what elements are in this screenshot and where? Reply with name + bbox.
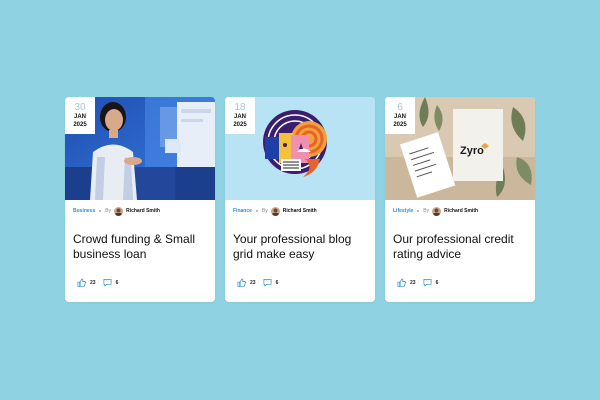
post-stats: 23 6 [397,278,445,288]
separator-dot [99,210,102,212]
comments-count: 6 [115,280,119,286]
author-avatar[interactable] [270,206,280,216]
post-meta: Business By Richard Smith [73,205,160,217]
post-date: 6 JAN 2025 [385,97,415,134]
thumbs-up-icon[interactable] [237,278,246,289]
thumbs-up-icon[interactable] [77,278,86,289]
author-name[interactable]: Richard Smith [126,208,160,214]
blog-card[interactable]: 30 JAN 2025 Business By Richard Smith Cr… [65,97,215,302]
category-link[interactable]: Lifestyle [393,208,413,214]
category-link[interactable]: Business [73,208,95,214]
separator-dot [417,210,420,212]
post-stats: 23 6 [77,278,125,288]
date-day: 6 [397,102,403,113]
post-stats: 23 6 [237,278,285,288]
likes-count: 23 [250,280,256,286]
brand-logo-text: Zyro [460,145,484,157]
by-label: By [423,208,430,214]
by-label: By [261,208,268,214]
date-month: JAN [233,114,246,120]
comments-count: 6 [435,280,439,286]
likes-count: 23 [90,280,96,286]
thumbs-up-icon[interactable] [397,278,406,289]
author-avatar[interactable] [114,206,124,216]
separator-dot [255,210,258,212]
author-name[interactable]: Richard Smith [444,208,478,214]
date-year: 2025 [393,122,407,128]
likes-count: 23 [410,280,416,286]
post-title[interactable]: Our professional credit rating advice [393,232,527,262]
author-avatar[interactable] [432,206,442,216]
post-image-illustration[interactable]: 18 JAN 2025 [225,97,375,200]
date-year: 2025 [233,122,247,128]
author-name[interactable]: Richard Smith [283,208,317,214]
date-year: 2025 [73,122,87,128]
blog-card[interactable]: Zyro 6 JAN 2025 Lifestyle By Richard Smi… [385,97,535,302]
post-title[interactable]: Crowd funding & Small business loan [73,232,207,262]
date-month: JAN [393,114,406,120]
post-date: 18 JAN 2025 [225,97,255,134]
comment-icon[interactable] [423,278,432,289]
post-meta: Finance By Richard Smith [233,205,317,217]
post-image-office[interactable]: 30 JAN 2025 [65,97,215,200]
blog-grid: 30 JAN 2025 Business By Richard Smith Cr… [65,97,535,302]
post-image-stationery[interactable]: Zyro 6 JAN 2025 [385,97,535,200]
comments-count: 6 [275,280,279,286]
category-link[interactable]: Finance [233,208,252,214]
post-meta: Lifestyle By Richard Smith [393,205,478,217]
date-day: 18 [234,102,246,113]
date-month: JAN [73,114,86,120]
blog-card[interactable]: 18 JAN 2025 Finance By Richard Smith You… [225,97,375,302]
post-date: 30 JAN 2025 [65,97,95,134]
by-label: By [105,208,112,214]
date-day: 30 [74,102,86,113]
comment-icon[interactable] [263,278,272,289]
post-title[interactable]: Your professional blog grid make easy [233,232,367,262]
comment-icon[interactable] [103,278,112,289]
